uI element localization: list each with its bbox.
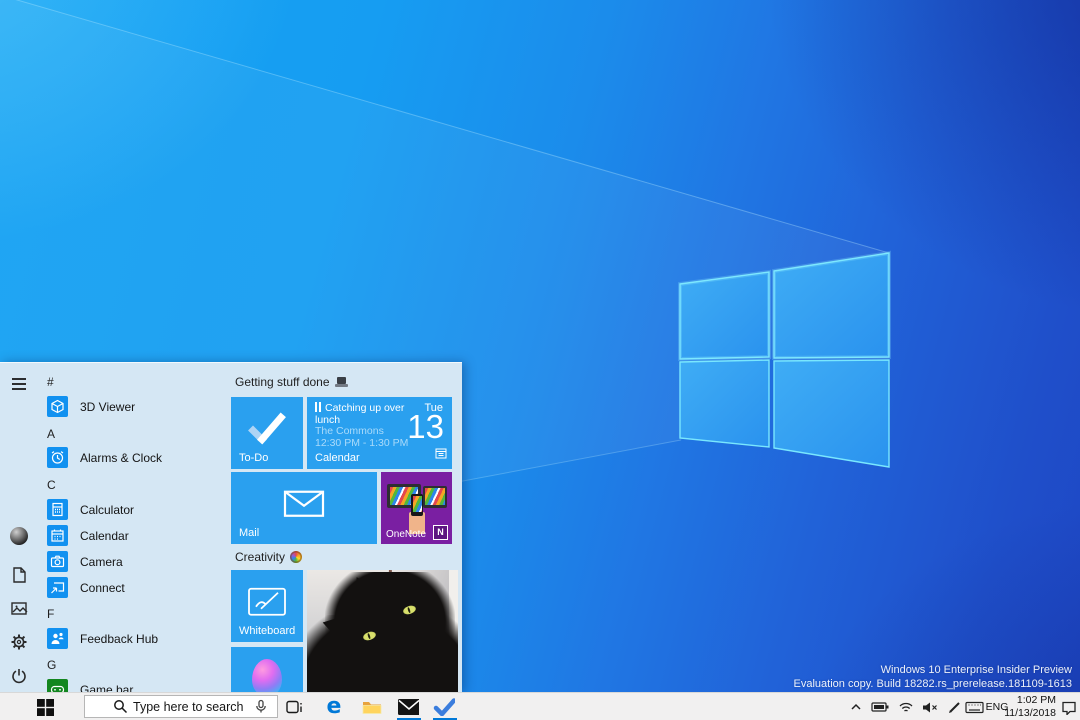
taskbar-clock[interactable]: 1:02 PM 11/13/2018 [1000,694,1056,720]
whiteboard-icon [247,587,287,622]
watermark-line2: Evaluation copy. Build 18282.rs_prerelea… [793,678,1072,690]
tile-todo[interactable]: To-Do [231,397,303,469]
tile-mail[interactable]: Mail [231,472,377,544]
mail-envelope-icon [283,489,325,524]
watermark-line1: Windows 10 Enterprise Insider Preview [880,664,1072,676]
calendar-app-icon [47,525,68,546]
app-row-connect[interactable]: Connect [47,577,125,598]
event-time: 12:30 PM - 1:30 PM [315,436,409,449]
search-input[interactable] [133,696,245,717]
time: 1:02 PM [1016,694,1056,706]
microphone-icon[interactable] [254,699,268,719]
calculator-icon [47,499,68,520]
wifi-icon[interactable] [895,696,917,718]
calendar-glyph-icon [435,446,447,464]
insider-watermark: Windows 10 Enterprise Insider Preview Ev… [794,663,1072,691]
todo-app-icon[interactable] [433,696,455,718]
app-row-alarms-clock[interactable]: Alarms & Clock [47,447,162,468]
start-menu: # 3D Viewer A Alarms & Clock C Calculato… [0,362,462,693]
cat-body [307,615,458,693]
tile-whiteboard[interactable]: Whiteboard [231,570,303,642]
tile-calendar[interactable]: Catching up over lunch The Commons 12:30… [307,397,452,469]
feedback-hub-icon [47,628,68,649]
section-letter[interactable]: C [47,478,56,492]
app-row-calendar[interactable]: Calendar [47,525,129,546]
power-button-icon[interactable] [10,667,28,685]
todo-check-icon [247,410,287,451]
documents-icon[interactable] [10,566,28,584]
event-location: The Commons [315,425,384,437]
palette-emoji [290,551,303,563]
connect-icon [47,577,68,598]
section-letter[interactable]: A [47,427,55,441]
calendar-date: 13 [407,408,444,445]
cutlery-emoji [315,402,322,412]
onenote-art-screen2 [425,488,445,505]
section-letter[interactable]: # [47,375,54,389]
pictures-icon[interactable] [10,599,28,617]
app-row-calculator[interactable]: Calculator [47,499,134,520]
section-letter[interactable]: G [47,658,56,672]
camera-icon [47,551,68,572]
volume-muted-icon[interactable] [919,696,941,718]
user-avatar[interactable] [10,527,28,545]
onenote-logo-icon: N [433,525,448,540]
desktop: Windows 10 Enterprise Insider Preview Ev… [0,0,1080,720]
calendar-event: Catching up over lunch The Commons 12:30… [315,402,415,449]
game-bar-icon [47,679,68,693]
search-icon [113,699,128,719]
hamburger-menu-icon[interactable] [10,375,28,393]
battery-icon[interactable] [869,696,891,718]
action-center-icon[interactable] [1058,696,1080,718]
app-row-game-bar[interactable]: Game bar [47,679,133,693]
tile-paint3d[interactable] [231,647,303,693]
tile-group-header[interactable]: Getting stuff done [235,375,348,389]
tile-group-header[interactable]: Creativity [235,550,303,564]
settings-gear-icon[interactable] [10,633,28,651]
touch-keyboard-icon[interactable] [963,696,985,718]
date: 11/13/2018 [1004,707,1056,719]
laptop-emoji [334,377,348,387]
app-row-feedback-hub[interactable]: Feedback Hub [47,628,158,649]
3d-viewer-icon [47,396,68,417]
task-view-button[interactable] [283,696,305,718]
onenote-art-phonescreen [412,496,422,512]
file-explorer-icon[interactable] [361,696,383,718]
section-letter[interactable]: F [47,607,54,621]
edge-browser-icon[interactable]: e [323,696,345,718]
start-button[interactable] [34,696,56,718]
paint3d-droplet-icon [252,659,282,693]
app-row-camera[interactable]: Camera [47,551,123,572]
tray-chevron-icon[interactable] [845,696,867,718]
pen-icon[interactable] [943,696,965,718]
taskbar-search[interactable] [84,695,278,718]
alarms-clock-icon [47,447,68,468]
app-row-3d-viewer[interactable]: 3D Viewer [47,396,135,417]
tile-photos-cat[interactable] [307,570,458,693]
tile-onenote[interactable]: OneNote N [381,472,452,544]
mail-app-icon[interactable] [397,696,419,718]
taskbar: e [0,692,1080,720]
